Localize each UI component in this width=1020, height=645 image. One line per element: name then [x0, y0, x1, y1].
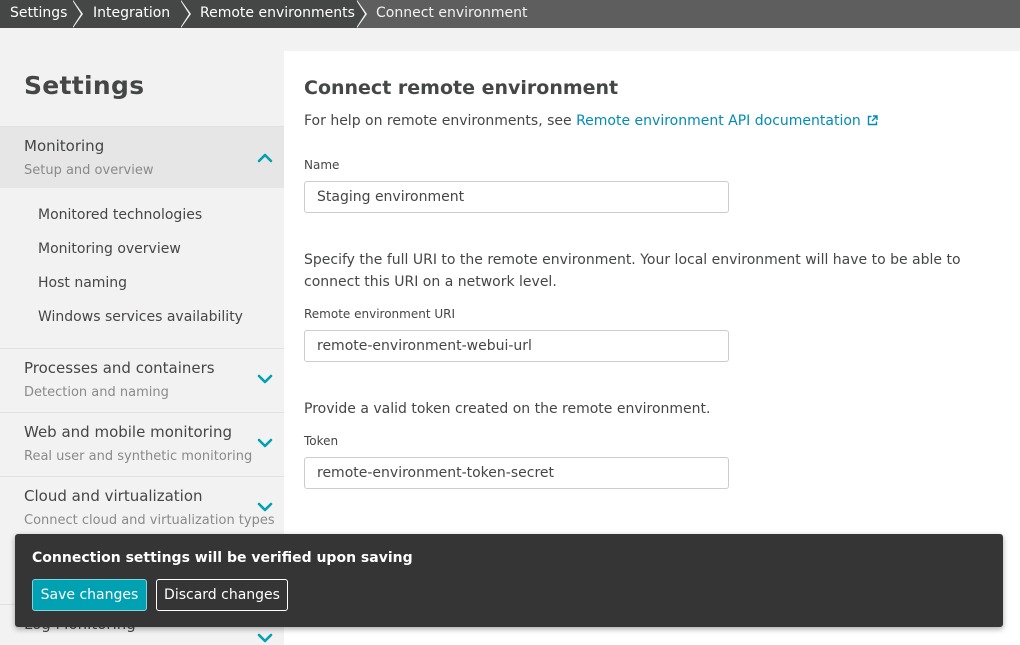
breadcrumb-remote-environments[interactable]: Remote environments — [180, 0, 367, 28]
help-prefix: For help on remote environments, see — [304, 113, 577, 129]
name-label: Name — [304, 158, 340, 172]
uri-description: Specify the full URI to the remote envir… — [304, 252, 961, 290]
save-changes-toast: Connection settings will be verified upo… — [15, 534, 1003, 627]
sidebar-item-host-naming[interactable]: Host naming — [38, 275, 127, 291]
sidebar-group-web-and-mobile-monitoring[interactable]: Web and mobile monitoring Real user and … — [0, 412, 284, 474]
chevron-down-icon[interactable] — [257, 501, 273, 513]
chevron-down-icon[interactable] — [257, 437, 273, 449]
uri-label: Remote environment URI — [304, 307, 456, 321]
group-title: Processes and containers — [24, 359, 215, 377]
discard-changes-button[interactable]: Discard changes — [156, 579, 288, 611]
breadcrumb: Settings Integration Remote environments… — [0, 0, 1020, 28]
token-description: Provide a valid token created on the rem… — [304, 401, 711, 417]
sidebar-group-processes-and-containers[interactable]: Processes and containers Detection and n… — [0, 348, 284, 410]
chevron-down-icon[interactable] — [257, 632, 273, 644]
group-title: Monitoring — [24, 137, 105, 155]
breadcrumb-current: Connect environment — [356, 0, 528, 28]
toast-message: Connection settings will be verified upo… — [32, 550, 413, 566]
group-subtitle: Detection and naming — [24, 385, 169, 400]
external-link-icon — [867, 115, 878, 126]
api-documentation-link[interactable]: Remote environment API documentation — [576, 113, 878, 129]
group-subtitle: Setup and overview — [24, 163, 154, 178]
breadcrumb-settings[interactable]: Settings — [0, 0, 83, 28]
token-input[interactable] — [304, 457, 729, 489]
chevron-up-icon[interactable] — [257, 151, 273, 163]
sidebar-title: Settings — [24, 71, 145, 100]
chevron-down-icon[interactable] — [257, 373, 273, 385]
group-title: Cloud and virtualization — [24, 487, 203, 505]
token-label: Token — [304, 434, 339, 448]
sidebar-group-cloud-and-virtualization[interactable]: Cloud and virtualization Connect cloud a… — [0, 476, 284, 538]
sidebar-item-monitoring-overview[interactable]: Monitoring overview — [38, 241, 181, 257]
save-changes-button[interactable]: Save changes — [32, 579, 147, 611]
sidebar-group-monitoring[interactable]: Monitoring Setup and overview — [0, 126, 284, 188]
remote-uri-input[interactable] — [304, 330, 729, 362]
sidebar-item-windows-services-availability[interactable]: Windows services availability — [38, 309, 243, 325]
group-title: Web and mobile monitoring — [24, 423, 232, 441]
breadcrumb-integration[interactable]: Integration — [72, 0, 191, 28]
group-subtitle: Real user and synthetic monitoring — [24, 449, 253, 464]
help-text: For help on remote environments, see Rem… — [304, 113, 878, 129]
sidebar-item-monitored-technologies[interactable]: Monitored technologies — [38, 207, 202, 223]
group-subtitle: Connect cloud and virtualization types — [24, 513, 275, 528]
name-input[interactable] — [304, 181, 729, 213]
page-title: Connect remote environment — [304, 77, 619, 99]
